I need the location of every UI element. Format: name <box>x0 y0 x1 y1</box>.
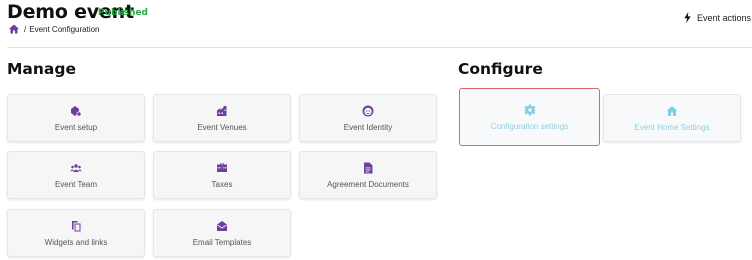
home-icon <box>666 105 678 116</box>
event-actions-label: Event actions <box>696 12 751 23</box>
event-actions-button[interactable]: Event actions <box>683 12 751 23</box>
tile-event-setup[interactable]: Event setup <box>7 94 145 142</box>
header-divider <box>7 47 752 48</box>
status-badge: Published <box>98 8 148 18</box>
breadcrumb-separator: / <box>24 24 27 34</box>
tile-taxes[interactable]: Taxes <box>153 151 291 199</box>
tile-label: Event setup <box>54 122 98 132</box>
tile-label: Taxes <box>211 179 233 189</box>
tile-agreement-documents[interactable]: Agreement Documents <box>299 151 437 199</box>
venue-icon <box>217 105 227 116</box>
tile-event-identity[interactable]: Event Identity <box>299 94 437 142</box>
gear-icon <box>523 104 536 115</box>
team-icon <box>70 163 82 172</box>
tile-event-venues[interactable]: Event Venues <box>153 94 291 142</box>
copy-icon <box>72 220 81 231</box>
tile-label: Event Team <box>54 179 98 189</box>
tile-label: Email Templates <box>192 237 252 247</box>
tile-configuration-settings[interactable]: Configuration settings <box>459 88 600 146</box>
tile-label: Event Home Settings <box>634 122 710 132</box>
tile-label: Event Identity <box>343 122 393 132</box>
tile-label: Configuration settings <box>490 121 569 131</box>
envelope-open-icon <box>217 220 227 231</box>
tile-label: Agreement Documents <box>327 179 409 189</box>
tile-email-templates[interactable]: Email Templates <box>153 209 291 257</box>
manage-heading: Manage <box>7 60 76 78</box>
breadcrumb: / Event Configuration <box>8 23 100 35</box>
configure-heading: Configure <box>458 60 543 78</box>
event-setup-icon <box>71 105 82 116</box>
tile-widgets-and-links[interactable]: Widgets and links <box>7 209 145 257</box>
breadcrumb-current: Event Configuration <box>29 24 100 34</box>
tile-event-home-settings[interactable]: Event Home Settings <box>603 94 741 142</box>
document-icon <box>364 162 373 173</box>
identity-icon <box>362 105 374 116</box>
tile-event-team[interactable]: Event Team <box>7 151 145 199</box>
tile-label: Widgets and links <box>44 237 108 247</box>
tile-label: Event Venues <box>197 122 247 132</box>
lightning-icon <box>684 12 691 23</box>
home-icon[interactable] <box>8 23 20 35</box>
briefcase-icon <box>217 163 227 172</box>
